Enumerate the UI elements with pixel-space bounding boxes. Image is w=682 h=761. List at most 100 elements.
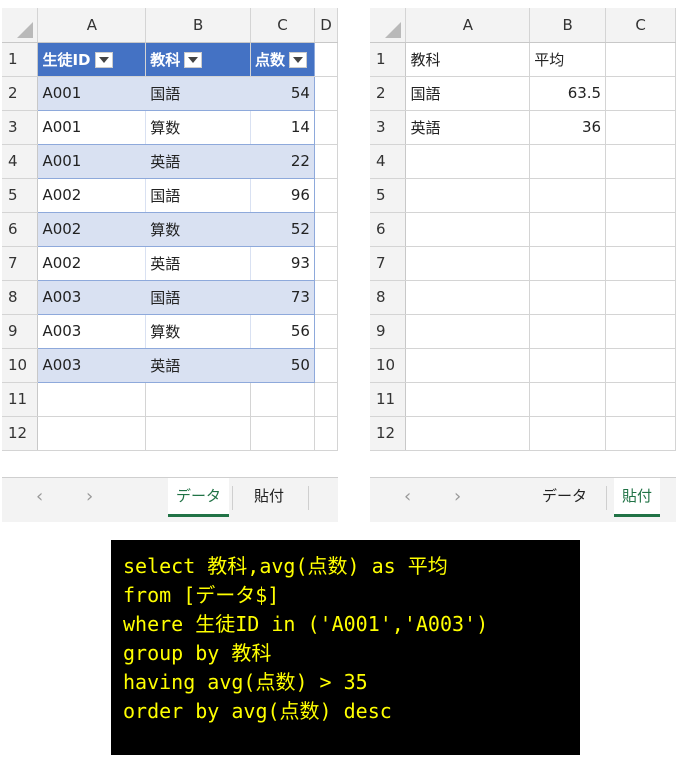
cell[interactable] [405,280,531,315]
cell[interactable]: 算数 [145,314,252,349]
table-header-cell[interactable]: 点数 [250,42,315,77]
cell[interactable] [605,110,676,145]
cell[interactable] [529,212,607,247]
tab-paste-sheet[interactable]: 貼付 [246,478,292,514]
chevron-right-icon[interactable]: › [454,486,461,507]
chevron-left-icon[interactable]: ‹ [404,486,411,507]
row-header[interactable]: 6 [2,212,39,247]
cell[interactable] [605,348,676,383]
row-header[interactable]: 10 [2,348,39,383]
cell[interactable] [405,144,531,179]
cell[interactable] [314,212,338,247]
cell[interactable] [405,416,531,451]
cell[interactable] [405,348,531,383]
row-header[interactable]: 2 [370,76,407,111]
cell[interactable] [145,416,252,451]
cell[interactable] [314,348,338,383]
cell[interactable] [314,416,338,451]
cell[interactable] [250,382,315,417]
row-header[interactable]: 5 [2,178,39,213]
cell[interactable] [605,212,676,247]
row-header[interactable]: 4 [370,144,407,179]
row-header[interactable]: 12 [2,416,39,451]
row-header[interactable]: 9 [2,314,39,349]
cell[interactable] [405,314,531,349]
cell[interactable] [529,144,607,179]
cell[interactable] [250,416,315,451]
col-header-a[interactable]: A [405,8,531,43]
row-header[interactable]: 6 [370,212,407,247]
cell[interactable]: A003 [37,314,147,349]
cell[interactable]: 国語 [145,76,252,111]
cell[interactable]: 国語 [405,76,531,111]
col-header-b[interactable]: B [145,8,252,43]
cell[interactable]: 56 [250,314,315,349]
cell[interactable]: 14 [250,110,315,145]
cell[interactable] [314,178,338,213]
cell[interactable] [314,246,338,281]
cell[interactable] [605,144,676,179]
cell[interactable]: 36 [529,110,607,145]
cell[interactable]: A003 [37,348,147,383]
cell[interactable]: 63.5 [529,76,607,111]
cell[interactable] [529,416,607,451]
cell[interactable]: 国語 [145,280,252,315]
cell[interactable] [529,246,607,281]
tab-data-sheet[interactable]: データ [168,478,230,517]
cell[interactable]: 英語 [145,348,252,383]
cell[interactable] [605,280,676,315]
cell[interactable] [529,178,607,213]
row-header[interactable]: 1 [2,42,39,77]
cell[interactable] [314,144,338,179]
row-header[interactable]: 9 [370,314,407,349]
row-header[interactable]: 4 [2,144,39,179]
table-header-cell[interactable]: 生徒ID [37,42,147,77]
cell[interactable] [145,382,252,417]
cell[interactable] [314,280,338,315]
cell[interactable] [529,382,607,417]
cell[interactable]: A003 [37,280,147,315]
cell[interactable]: 22 [250,144,315,179]
row-header[interactable]: 11 [370,382,407,417]
select-all-corner[interactable] [370,8,407,43]
row-header[interactable]: 1 [370,42,407,77]
cell[interactable] [37,416,147,451]
cell[interactable]: 93 [250,246,315,281]
cell[interactable] [605,416,676,451]
cell[interactable]: 英語 [145,144,252,179]
filter-dropdown-button[interactable] [289,52,308,68]
cell[interactable]: 73 [250,280,315,315]
cell[interactable] [314,382,338,417]
table-header-cell[interactable]: 教科 [145,42,252,77]
cell[interactable]: 平均 [529,42,607,77]
cell[interactable]: 英語 [145,246,252,281]
cell[interactable]: A002 [37,246,147,281]
cell[interactable]: 教科 [405,42,531,77]
col-header-c[interactable]: C [250,8,315,43]
cell[interactable] [314,42,338,77]
cell[interactable] [405,178,531,213]
tab-paste-sheet[interactable]: 貼付 [614,478,661,517]
cell[interactable] [605,246,676,281]
cell[interactable]: A001 [37,76,147,111]
cell[interactable] [405,212,531,247]
filter-sort-button[interactable] [184,52,203,68]
row-header[interactable]: 12 [370,416,407,451]
col-header-c[interactable]: C [605,8,676,43]
tab-data-sheet[interactable]: データ [534,478,595,514]
select-all-corner[interactable] [2,8,39,43]
col-header-d[interactable]: D [314,8,338,43]
row-header[interactable]: 3 [2,110,39,145]
row-header[interactable]: 3 [370,110,407,145]
cell[interactable]: 54 [250,76,315,111]
cell[interactable] [37,382,147,417]
cell[interactable] [605,42,676,77]
row-header[interactable]: 7 [370,246,407,281]
cell[interactable] [605,76,676,111]
cell[interactable] [529,314,607,349]
row-header[interactable]: 7 [2,246,39,281]
cell[interactable] [605,178,676,213]
row-header[interactable]: 11 [2,382,39,417]
cell[interactable]: 50 [250,348,315,383]
cell[interactable] [405,246,531,281]
